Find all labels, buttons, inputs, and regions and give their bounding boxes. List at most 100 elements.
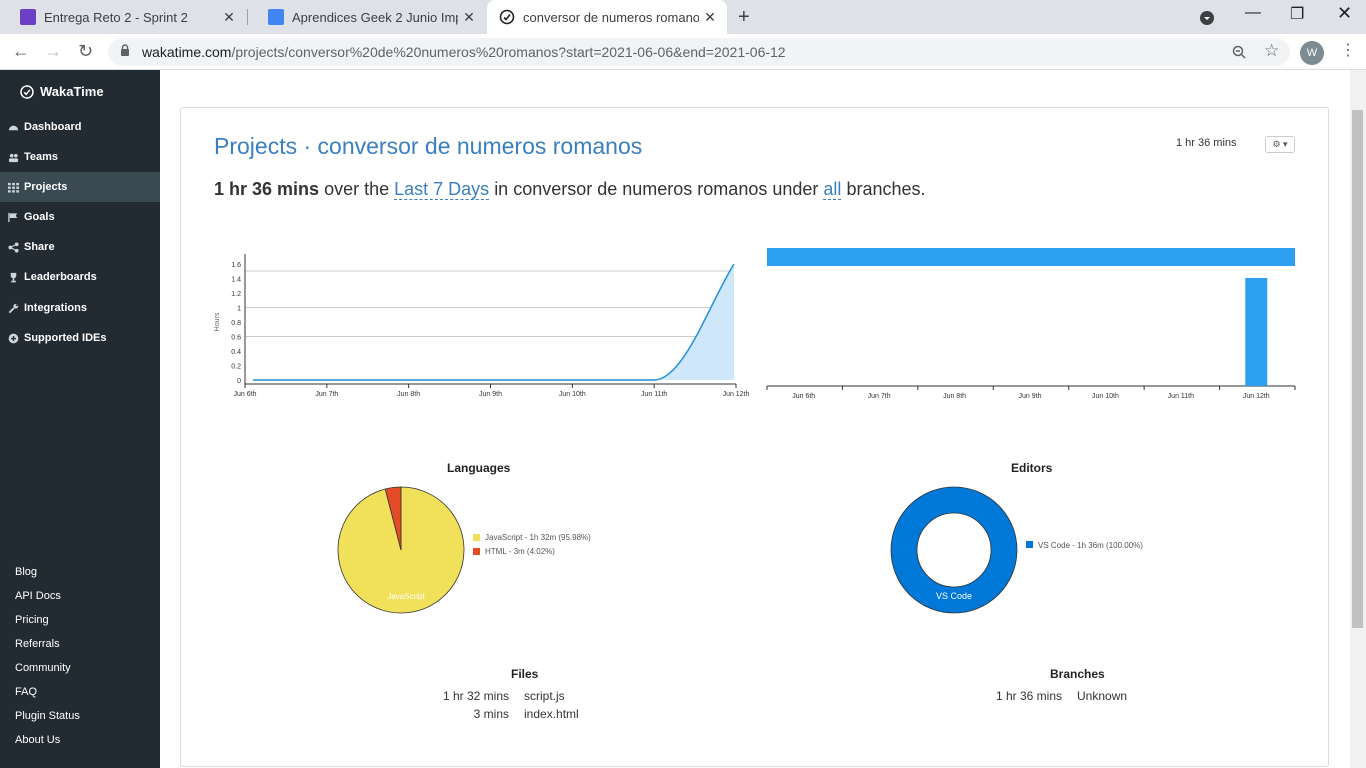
share-icon [8,241,19,253]
profile-avatar[interactable]: W [1300,41,1324,65]
url-host: wakatime.com [142,44,232,60]
url-text[interactable]: wakatime.com/projects/conversor%20de%20n… [142,44,786,60]
footer-link-about-us[interactable]: About Us [15,734,60,746]
x-tick-label: Jun 8th [397,391,420,398]
area-fill [253,264,734,380]
close-tab-icon[interactable]: ✕ [458,9,480,26]
plus-circle-icon [8,333,19,343]
browser-tab-2[interactable]: Aprendices Geek 2 Junio Importa ✕ [248,0,486,34]
sidebar-item-label: Integrations [24,302,87,314]
legend-label: HTML - 3m (4.02%) [485,547,555,556]
close-window-icon[interactable]: ✕ [1337,3,1352,24]
legend-swatch [473,534,480,541]
browser-tab-1[interactable]: Entrega Reto 2 - Sprint 2 ✕ [0,0,246,34]
wrench-icon [8,303,19,313]
flag-icon [8,212,18,222]
docs-favicon-icon [268,9,284,25]
x-tick-label: Jun 8th [943,393,966,400]
donut-slice-label: VS Code [936,591,972,601]
footer-link-api-docs[interactable]: API Docs [15,590,61,602]
legend-swatch [473,548,480,555]
brand-name: WakaTime [40,84,104,99]
legend-swatch [1026,541,1033,548]
url-path: /projects/conversor%20de%20numeros%20rom… [231,44,786,60]
y-tick-label: 1 [237,306,241,313]
footer-link-plugin-status[interactable]: Plugin Status [15,710,80,722]
sidebar-item-label: Goals [24,211,55,223]
footer-link-faq[interactable]: FAQ [15,686,37,698]
wakatime-favicon-icon [499,9,515,25]
sidebar-item-label: Share [24,241,55,253]
y-tick-label: 0 [237,378,241,385]
footer-link-blog[interactable]: Blog [15,566,37,578]
x-tick-label: Jun 11th [1168,393,1194,400]
footer-link-community[interactable]: Community [15,662,71,674]
file-duration: 3 mins [473,707,509,721]
legend-label: VS Code - 1h 36m (100.00%) [1038,541,1143,550]
area-series-line [253,263,735,381]
bar [1245,278,1268,386]
charts-canvas: 0 0.2 0.4 0.6 0.8 1 1.2 1.4 1.6 Hours Jun 6th Jun 7… [214,248,1296,614]
branch-name[interactable]: Unknown [1077,689,1127,703]
browser-toolbar: ← → ↻ wakatime.com/projects/conversor%20… [0,34,1366,70]
zoom-icon[interactable] [1232,45,1246,59]
close-tab-icon[interactable]: ✕ [699,9,721,26]
project-card: Projects · conversor de numeros romanos … [180,107,1329,767]
scrollbar-thumb[interactable] [1352,110,1363,628]
donut-hole [916,512,992,588]
sidebar-item-label: Projects [24,181,68,193]
y-tick-label: 1.2 [231,291,241,298]
legend-label: JavaScript - 1h 32m (95.98%) [485,533,591,542]
branch-duration: 1 hr 36 mins [995,689,1062,703]
reload-icon[interactable]: ↻ [78,41,93,62]
y-axis-label: Hours [214,312,221,331]
forms-favicon-icon [20,9,36,25]
trophy-icon [10,272,17,282]
x-tick-label: Jun 7th [315,391,338,398]
close-tab-icon[interactable]: ✕ [218,9,240,26]
y-tick-label: 0.8 [231,320,241,327]
main-content: Projects · conversor de numeros romanos … [160,70,1350,768]
pie-slice-label: JavaScript [387,592,425,601]
sidebar-item-leaderboards[interactable]: Leaderboards [0,262,160,292]
footer-link-referrals[interactable]: Referrals [15,638,60,650]
sidebar-item-goals[interactable]: Goals [0,202,160,232]
bookmark-star-icon[interactable]: ☆ [1264,41,1279,61]
file-name[interactable]: index.html [524,707,579,721]
branches-title: Branches [1050,667,1105,681]
y-tick-label: 0.2 [231,364,241,371]
sidebar-item-projects[interactable]: Projects [0,172,160,202]
grid-icon [8,182,19,193]
address-bar[interactable]: wakatime.com/projects/conversor%20de%20n… [108,38,1290,66]
y-tick-label: 0.6 [231,335,241,342]
lock-icon [121,44,129,56]
project-legend-bar [767,248,1295,266]
y-tick-label: 1.6 [231,262,241,269]
sidebar-item-supported-ides[interactable]: Supported IDEs [0,323,160,353]
sidebar-item-share[interactable]: Share [0,232,160,262]
languages-title: Languages [447,461,511,475]
sidebar-item-label: Leaderboards [24,271,97,283]
restore-icon[interactable]: ❐ [1290,4,1304,24]
sidebar-item-dashboard[interactable]: Dashboard [0,112,160,142]
x-tick-label: Jun 10th [1092,393,1119,400]
tab-title: Aprendices Geek 2 Junio Importa [292,9,458,25]
new-tab-button[interactable]: + [738,6,750,29]
sidebar-item-teams[interactable]: Teams [0,142,160,172]
x-tick-label: Jun 6th [234,391,257,398]
browser-tab-3-active[interactable]: conversor de numeros romanos ✕ [487,0,727,34]
x-tick-label: Jun 12th [1243,393,1270,400]
forward-icon[interactable]: → [44,41,62,62]
sidebar-item-label: Teams [24,151,59,163]
chrome-menu-icon[interactable]: ⋮ [1340,40,1356,60]
brand-logo[interactable]: WakaTime [20,84,104,99]
sidebar-item-integrations[interactable]: Integrations [0,293,160,323]
tab-search-icon[interactable] [1199,10,1215,26]
dashboard-icon [8,125,19,130]
footer-link-pricing[interactable]: Pricing [15,614,49,626]
sidebar-item-label: Dashboard [24,121,82,133]
file-name[interactable]: script.js [524,689,565,703]
x-tick-label: Jun 9th [479,391,502,398]
minimize-icon[interactable]: — [1245,4,1261,22]
back-icon[interactable]: ← [12,41,30,62]
